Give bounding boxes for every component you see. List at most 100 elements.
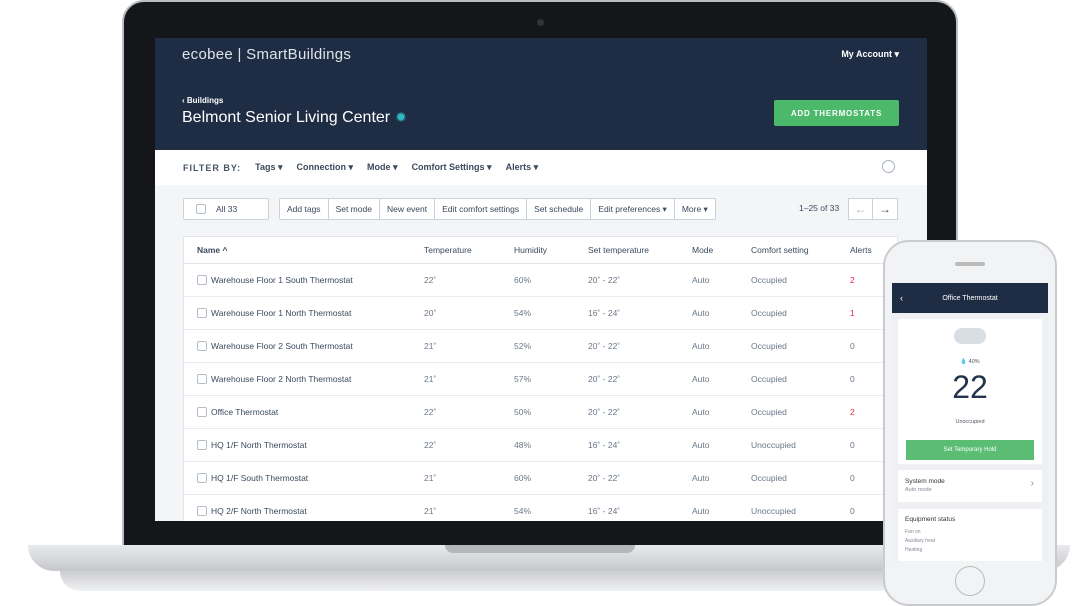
row-checkbox[interactable] <box>197 308 207 318</box>
arrow-left-icon[interactable]: ← <box>848 198 873 220</box>
cell-mode: Auto <box>692 506 710 516</box>
set-schedule-button[interactable]: Set schedule <box>527 198 592 220</box>
filter-tags[interactable]: Tags ▾ <box>255 162 282 173</box>
cell-alerts: 0 <box>850 473 855 483</box>
pagination-text: 1–25 of 33 <box>799 203 840 213</box>
select-all-button[interactable]: All 33 <box>183 198 269 220</box>
cell-name[interactable]: HQ 1/F South Thermostat <box>211 473 308 483</box>
cell-set-temperature: 16˚ - 24˚ <box>588 506 621 516</box>
cell-humidity: 57% <box>514 374 532 384</box>
cell-set-temperature: 16˚ - 24˚ <box>588 308 621 318</box>
col-humidity[interactable]: Humidity <box>514 245 547 255</box>
cell-name[interactable]: Warehouse Floor 2 South Thermostat <box>211 341 353 351</box>
more-button[interactable]: More ▾ <box>674 198 716 220</box>
set-mode-button[interactable]: Set mode <box>328 198 380 220</box>
filter-mode[interactable]: Mode ▾ <box>367 162 398 173</box>
row-checkbox[interactable] <box>197 407 207 417</box>
phone-speaker <box>955 262 985 266</box>
breadcrumb-buildings[interactable]: ‹ Buildings <box>182 96 223 105</box>
table-row[interactable]: HQ 2/F North Thermostat 21˚ 54% 16˚ - 24˚ Au… <box>184 495 899 521</box>
row-checkbox[interactable] <box>197 341 207 351</box>
system-mode-label: System mode <box>905 478 945 485</box>
cell-mode: Auto <box>692 407 710 417</box>
table-row[interactable]: Warehouse Floor 1 South Thermostat 22˚ 60%… <box>184 264 899 297</box>
equipment-status-card: Equipment status Fan on Auxiliary heat H… <box>898 509 1042 561</box>
col-temperature[interactable]: Temperature <box>424 245 472 255</box>
cell-mode: Auto <box>692 374 710 384</box>
cell-name[interactable]: HQ 2/F North Thermostat <box>211 506 307 516</box>
cell-comfort-setting: Occupied <box>751 341 787 351</box>
cell-name[interactable]: Office Thermostat <box>211 407 278 417</box>
table-row[interactable]: HQ 1/F South Thermostat 21˚ 60% 20˚ - 22˚ Au… <box>184 462 899 495</box>
new-event-button[interactable]: New event <box>379 198 436 220</box>
arrow-right-icon[interactable]: → <box>873 198 898 220</box>
add-thermostats-button[interactable]: ADD THERMOSTATS <box>774 100 899 126</box>
cell-alerts: 1 <box>850 308 855 318</box>
phone-header: ‹ Office Thermostat <box>892 283 1048 313</box>
cell-comfort-setting: Occupied <box>751 407 787 417</box>
cell-temperature: 22˚ <box>424 275 437 285</box>
col-mode[interactable]: Mode <box>692 245 713 255</box>
cell-name[interactable]: HQ 1/F North Thermostat <box>211 440 307 450</box>
cell-mode: Auto <box>692 473 710 483</box>
cell-humidity: 60% <box>514 275 532 285</box>
cell-temperature: 22˚ <box>424 440 437 450</box>
cell-set-temperature: 16˚ - 24˚ <box>588 440 621 450</box>
system-mode-row[interactable]: System mode Auto mode › <box>898 470 1042 502</box>
col-name[interactable]: Name ^ <box>197 245 227 255</box>
filter-comfort-settings[interactable]: Comfort Settings ▾ <box>412 162 492 173</box>
cell-name[interactable]: Warehouse Floor 2 North Thermostat <box>211 374 351 384</box>
select-all-checkbox[interactable] <box>196 204 206 214</box>
table-row[interactable]: HQ 1/F North Thermostat 22˚ 48% 16˚ - 24˚ Au… <box>184 429 899 462</box>
cell-humidity: 52% <box>514 341 532 351</box>
thermostat-card: 💧 40% 22 Unoccupied Set Temporary Hold <box>898 319 1042 464</box>
cell-alerts: 2 <box>850 275 855 285</box>
app-header: ecobee | SmartBuildings My Account ▾ ‹ B… <box>155 38 927 150</box>
cell-set-temperature: 20˚ - 22˚ <box>588 473 621 483</box>
cell-humidity: 48% <box>514 440 532 450</box>
gear-icon[interactable]: ✹ <box>395 109 407 125</box>
cell-comfort-setting: Occupied <box>751 308 787 318</box>
cell-alerts: 0 <box>850 341 855 351</box>
equipment-item: Fan on <box>905 529 921 535</box>
col-set-temperature[interactable]: Set temperature <box>588 245 649 255</box>
home-button[interactable] <box>955 566 985 596</box>
row-checkbox[interactable] <box>197 473 207 483</box>
thermostat-icon <box>954 328 986 344</box>
cell-name[interactable]: Warehouse Floor 1 South Thermostat <box>211 275 353 285</box>
comfort-readout: Unoccupied <box>955 419 985 425</box>
temperature-readout: 22 <box>952 369 988 405</box>
cell-name[interactable]: Warehouse Floor 1 North Thermostat <box>211 308 351 318</box>
back-icon[interactable]: ‹ <box>900 293 903 303</box>
cell-comfort-setting: Occupied <box>751 473 787 483</box>
phone-screen: ‹ Office Thermostat 💧 40% 22 Unoccupied … <box>892 283 1048 561</box>
table-row[interactable]: Warehouse Floor 2 South Thermostat 21˚ 52%… <box>184 330 899 363</box>
filter-alerts[interactable]: Alerts ▾ <box>506 162 539 173</box>
edit-comfort-settings-button[interactable]: Edit comfort settings <box>435 198 528 220</box>
table-row[interactable]: Office Thermostat 22˚ 50% 20˚ - 22˚ Auto Occu… <box>184 396 899 429</box>
equipment-item: Auxiliary heat <box>905 538 936 544</box>
row-checkbox[interactable] <box>197 506 207 516</box>
add-tags-button[interactable]: Add tags <box>279 198 329 220</box>
col-alerts[interactable]: Alerts <box>850 245 872 255</box>
edit-preferences-button[interactable]: Edit preferences ▾ <box>591 198 675 220</box>
row-checkbox[interactable] <box>197 440 207 450</box>
set-temporary-hold-button[interactable]: Set Temporary Hold <box>906 440 1034 460</box>
table-row[interactable]: Warehouse Floor 2 North Thermostat 21˚ 57%… <box>184 363 899 396</box>
cell-temperature: 21˚ <box>424 473 437 483</box>
table-row[interactable]: Warehouse Floor 1 North Thermostat 20˚ 54%… <box>184 297 899 330</box>
cell-mode: Auto <box>692 341 710 351</box>
row-checkbox[interactable] <box>197 275 207 285</box>
row-checkbox[interactable] <box>197 374 207 384</box>
equipment-status-label: Equipment status <box>905 516 956 523</box>
system-mode-value: Auto mode <box>905 487 932 493</box>
filter-bar: FILTER BY: Tags ▾ Connection ▾ Mode ▾ Co… <box>155 150 927 185</box>
my-account-menu[interactable]: My Account ▾ <box>841 49 899 60</box>
equipment-list: Fan on Auxiliary heat Heating <box>905 528 935 555</box>
building-name: Belmont Senior Living Center <box>182 109 391 126</box>
cell-temperature: 21˚ <box>424 506 437 516</box>
search-icon[interactable] <box>882 160 895 173</box>
col-comfort-setting[interactable]: Comfort setting <box>751 245 809 255</box>
filter-connection[interactable]: Connection ▾ <box>297 162 354 173</box>
bulk-actions: Add tags Set mode New event Edit comfort… <box>279 198 716 220</box>
